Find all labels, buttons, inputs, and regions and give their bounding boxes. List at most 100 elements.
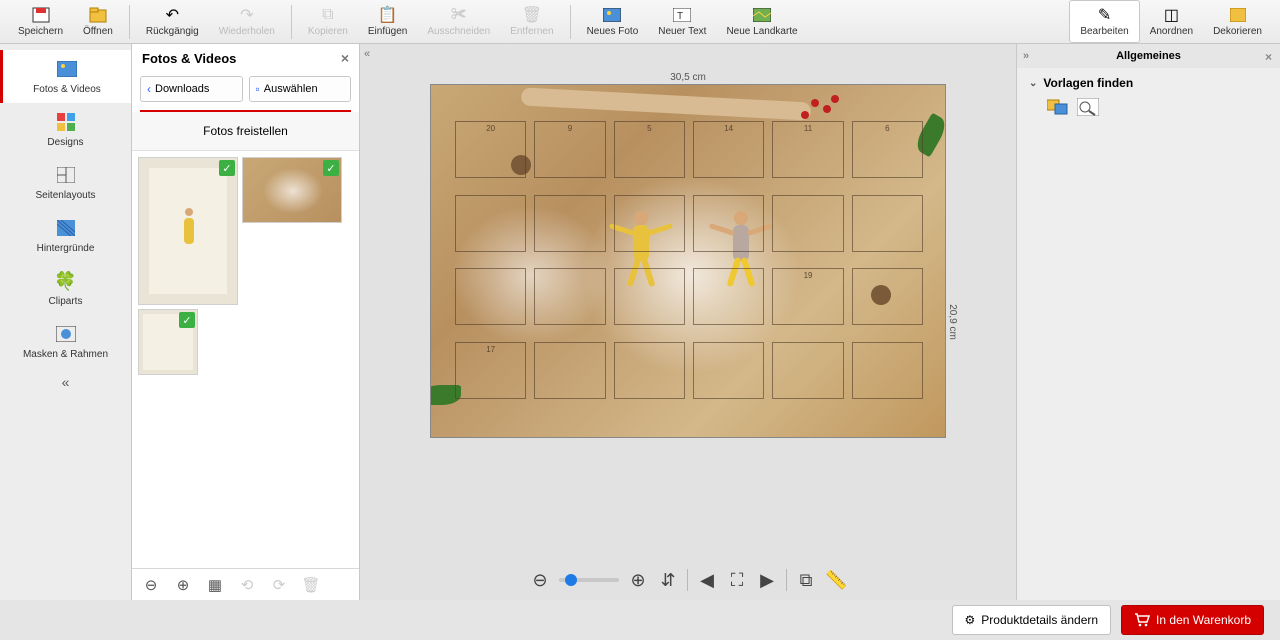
thumbnail[interactable]: ✓ [242,157,342,223]
remove-button[interactable]: 🗑 Entfernen [500,0,563,43]
advent-door[interactable] [852,268,923,325]
close-icon[interactable]: × [1265,50,1272,64]
layouts-icon [55,164,77,186]
delete-icon: 🗑 [300,576,322,594]
product-details-button[interactable]: ⚙ Produktdetails ändern [952,605,1112,635]
select-folder-button[interactable]: ▫ Auswählen [249,76,352,102]
zoom-slider[interactable] [559,578,619,582]
edit-tab[interactable]: ✎ Bearbeiten [1069,0,1139,43]
thumbnail[interactable]: ✓ [138,157,238,305]
templates-section-toggle[interactable]: ⌄ Vorlagen finden [1029,76,1268,90]
new-photo-label: Neues Foto [587,26,639,37]
collapse-right-icon[interactable]: » [1023,50,1029,62]
thumbnail[interactable]: ✓ [138,309,198,375]
advent-door[interactable] [852,342,923,399]
zoom-in-icon[interactable]: ⊕ [627,570,649,591]
undo-button[interactable]: ↶ Rückgängig [136,0,209,43]
cliparts-icon: 🍀 [55,270,77,292]
advent-door[interactable] [455,195,526,252]
cart-label: In den Warenkorb [1156,613,1251,627]
sidebar-collapse-button[interactable]: « [62,374,70,390]
zoom-in-icon[interactable]: ⊕ [172,576,194,594]
sidebar-item-photos[interactable]: Fotos & Videos [0,50,131,103]
gear-icon: ⚙ [965,613,976,627]
grid-icon[interactable]: ▦ [204,576,226,594]
snap-icon[interactable]: ⧉ [795,570,817,591]
photos-panel-footer: ⊖ ⊕ ▦ ⟲ ⟳ 🗑 [132,568,359,600]
close-icon[interactable]: × [341,50,349,66]
photos-panel: Fotos & Videos × ‹ Downloads ▫ Auswählen… [132,44,360,600]
crop-photos-button[interactable]: Fotos freistellen [132,112,359,151]
sidebar-label: Cliparts [4,296,127,307]
advent-door[interactable] [852,195,923,252]
berry-decoration [811,99,819,107]
zoom-out-icon[interactable]: ⊖ [529,570,551,591]
advent-door[interactable] [614,195,685,252]
advent-door[interactable]: 6 [852,121,923,178]
paste-label: Einfügen [368,26,407,37]
open-icon [88,6,108,24]
product-canvas[interactable]: 209514116 19 17 [430,84,946,438]
berry-decoration [831,95,839,103]
sidebar-item-cliparts[interactable]: 🍀 Cliparts [0,262,131,315]
redo-button[interactable]: ↷ Wiederholen [209,0,285,43]
advent-door[interactable] [614,268,685,325]
arrange-tab[interactable]: ◫ Anordnen [1140,0,1203,43]
photo-icon [56,58,78,80]
check-icon: ✓ [179,312,195,328]
fullscreen-icon[interactable]: ⛶ [726,570,748,591]
paste-icon: 📋 [378,6,398,24]
advent-door[interactable] [614,342,685,399]
cut-button[interactable]: ✀ Ausschneiden [417,0,500,43]
advent-door[interactable] [534,342,605,399]
advent-door[interactable] [455,268,526,325]
downloads-button[interactable]: ‹ Downloads [140,76,243,102]
collapse-left-icon[interactable]: « [364,48,370,60]
sidebar-item-layouts[interactable]: Seitenlayouts [0,156,131,209]
sidebar-item-designs[interactable]: Designs [0,103,131,156]
redo-icon: ↷ [237,6,257,24]
rotate-right-icon: ⟳ [268,576,290,594]
advent-door[interactable] [693,268,764,325]
advent-door[interactable] [693,195,764,252]
decorate-tab[interactable]: Dekorieren [1203,0,1272,43]
advent-door[interactable] [772,195,843,252]
sidebar-item-masks[interactable]: Masken & Rahmen [0,315,131,368]
ruler-icon[interactable]: 📏 [825,570,847,591]
advent-door[interactable]: 17 [455,342,526,399]
template-swap-icon[interactable] [1047,98,1069,116]
advent-door[interactable] [534,195,605,252]
advent-door[interactable] [693,342,764,399]
copy-button[interactable]: ⧉ Kopieren [298,0,358,43]
next-page-icon[interactable]: ▶ [756,570,778,591]
open-button[interactable]: Öffnen [73,0,123,43]
svg-text:T: T [677,11,683,22]
advent-door[interactable]: 19 [772,268,843,325]
trash-icon: 🗑 [522,6,542,24]
footer: ⚙ Produktdetails ändern In den Warenkorb [0,600,1280,640]
advent-door[interactable]: 9 [534,121,605,178]
advent-door[interactable]: 20 [455,121,526,178]
sidebar-item-backgrounds[interactable]: Hintergründe [0,209,131,262]
paste-button[interactable]: 📋 Einfügen [358,0,417,43]
folder-icon: ▫ [256,82,260,96]
advent-door[interactable]: 11 [772,121,843,178]
template-browse-icon[interactable] [1077,98,1099,116]
new-map-button[interactable]: Neue Landkarte [716,0,807,43]
new-text-button[interactable]: T Neuer Text [648,0,716,43]
advent-door[interactable]: 5 [614,121,685,178]
advent-door[interactable]: 14 [693,121,764,178]
designs-icon [55,111,77,133]
cut-icon: ✀ [449,6,469,24]
advent-door[interactable] [772,342,843,399]
map-icon [752,6,772,24]
add-to-cart-button[interactable]: In den Warenkorb [1121,605,1264,635]
sidebar-label: Hintergründe [4,243,127,254]
new-photo-button[interactable]: Neues Foto [577,0,649,43]
zoom-out-icon[interactable]: ⊖ [140,576,162,594]
prev-page-icon[interactable]: ◀ [696,570,718,591]
berry-decoration [801,111,809,119]
advent-door[interactable] [534,268,605,325]
fit-icon[interactable]: ⇵ [657,570,679,591]
save-button[interactable]: Speichern [8,0,73,43]
